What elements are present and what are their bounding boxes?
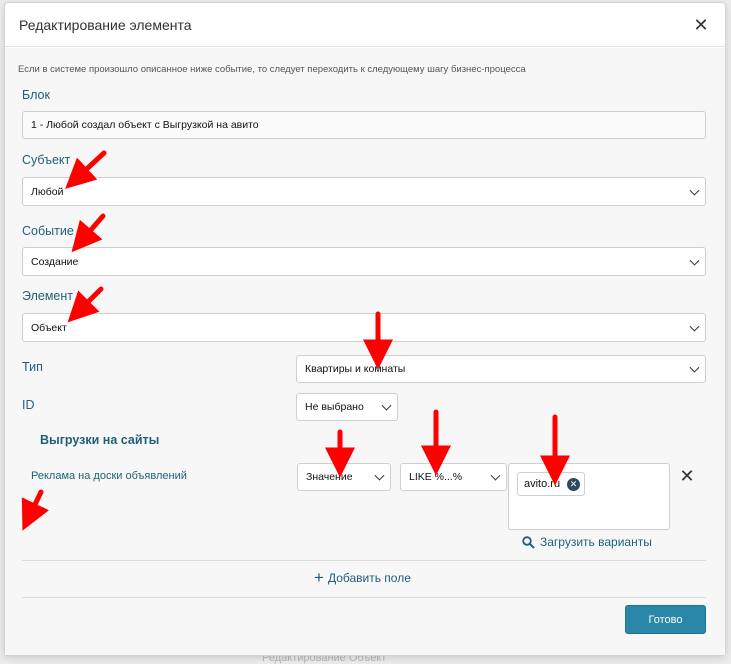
chevron-down-icon: [374, 470, 385, 481]
value-tag: avito.ru ✕: [517, 472, 586, 496]
condition-mode-value: Значение: [306, 471, 353, 483]
search-icon: [522, 535, 535, 549]
modal-body: [5, 48, 725, 655]
modal-header: Редактирование элемента ✕: [5, 3, 725, 47]
chevron-down-icon: [381, 400, 392, 411]
plus-icon: +: [314, 568, 324, 587]
element-select[interactable]: Объект: [22, 313, 706, 342]
event-label: Событие: [22, 224, 74, 238]
id-value: Не выбрано: [305, 401, 364, 413]
done-button[interactable]: Готово: [625, 605, 706, 634]
subject-value: Любой: [31, 185, 64, 198]
event-select[interactable]: Создание: [22, 247, 706, 276]
type-label: Тип: [22, 360, 43, 374]
load-variants-label: Загрузить варианты: [540, 535, 652, 549]
condition-operator-select[interactable]: LIKE %...%: [400, 463, 507, 491]
remove-tag-icon[interactable]: ✕: [567, 478, 581, 491]
remove-condition-icon[interactable]: ✕: [679, 467, 695, 485]
id-label: ID: [22, 398, 35, 412]
divider: [22, 560, 706, 561]
chevron-down-icon: [689, 321, 700, 332]
value-tag-label: avito.ru: [524, 478, 561, 490]
subject-select[interactable]: Любой: [22, 177, 706, 206]
block-label: Блок: [22, 88, 50, 102]
add-field-button[interactable]: + Добавить поле: [314, 568, 411, 587]
chevron-down-icon: [689, 362, 700, 373]
chevron-down-icon: [689, 185, 700, 196]
hint-text: Если в системе произошло описанное ниже …: [18, 64, 526, 75]
divider: [22, 597, 706, 598]
close-icon[interactable]: ✕: [691, 15, 711, 35]
block-field: 1 - Любой создал объект с Выгрузкой на а…: [22, 111, 706, 139]
condition-field-link[interactable]: Реклама на доски объявлений: [31, 470, 187, 482]
condition-operator-value: LIKE %...%: [409, 471, 463, 483]
exports-heading: Выгрузки на сайты: [40, 433, 160, 447]
load-variants-link[interactable]: Загрузить варианты: [522, 535, 652, 549]
modal-title: Редактирование элемента: [19, 17, 192, 33]
chevron-down-icon: [490, 470, 501, 481]
event-value: Создание: [31, 255, 79, 268]
type-select[interactable]: Квартиры и комнаты: [296, 355, 706, 383]
condition-mode-select[interactable]: Значение: [297, 463, 391, 491]
element-value: Объект: [31, 321, 67, 334]
element-label: Элемент: [22, 289, 73, 303]
block-value: 1 - Любой создал объект с Выгрузкой на а…: [31, 119, 259, 131]
chevron-down-icon: [689, 255, 700, 266]
id-select[interactable]: Не выбрано: [296, 393, 398, 421]
type-value: Квартиры и комнаты: [305, 363, 406, 375]
add-field-label: Добавить поле: [327, 571, 411, 585]
subject-label: Субъект: [22, 153, 71, 167]
condition-values-box[interactable]: avito.ru ✕: [508, 463, 670, 530]
